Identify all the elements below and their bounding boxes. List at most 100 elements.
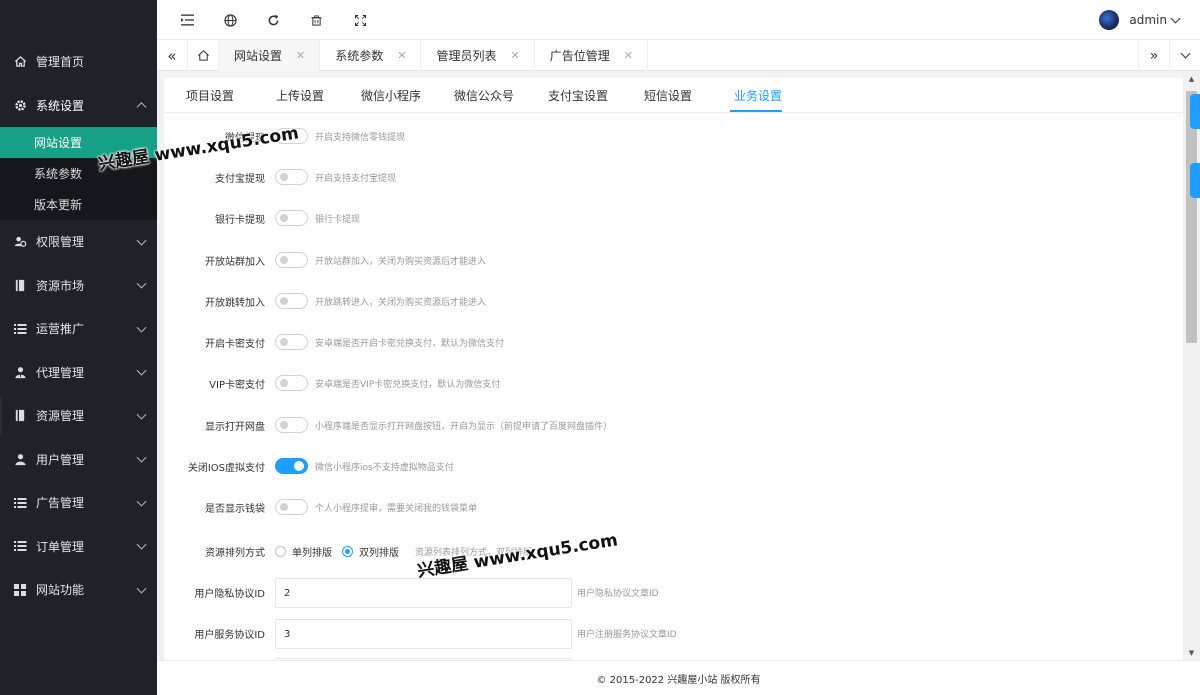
chevron-down-icon — [136, 278, 147, 289]
form-tip: 用户注册服务协议文章ID — [577, 630, 677, 640]
list-icon — [13, 496, 27, 510]
side-indicator — [1190, 94, 1200, 129]
tabs-scroll-right-icon[interactable]: » — [1138, 40, 1169, 71]
sidebar-item-system-settings[interactable]: 系统设置 — [0, 84, 157, 128]
radio-double-column[interactable] — [342, 546, 353, 557]
sidebar-subitem-website-settings[interactable]: 网站设置 — [0, 127, 157, 158]
close-icon[interactable]: ✕ — [397, 49, 406, 62]
form-row-bankcard-withdraw: 银行卡提现 银行卡提现 — [164, 209, 1183, 229]
sidebar-item-ad-management[interactable]: 广告管理 — [0, 481, 157, 525]
form-tip: 安卓端是否VIP卡密兑换支付，默认为微信支付 — [315, 380, 501, 390]
clear-icon[interactable] — [308, 12, 324, 28]
toggle-switch[interactable] — [275, 128, 308, 144]
chevron-down-icon — [1170, 13, 1181, 23]
form-tip: 安卓端是否开启卡密兑换支付，默认为微信支付 — [315, 339, 505, 349]
username: admin — [1129, 13, 1167, 27]
list-icon — [13, 539, 27, 553]
subtab-upload-settings[interactable]: 上传设置 — [276, 87, 324, 104]
page-scrollbar[interactable]: ▲ ▼ — [1183, 71, 1200, 660]
sidebar-item-resource-market[interactable]: 资源市场 — [0, 264, 157, 308]
user-icon — [13, 452, 27, 466]
form-row-service-agreement: 用户服务协议ID 3 用户注册服务协议文章ID — [164, 619, 1183, 649]
gear-icon — [13, 98, 27, 112]
subtab-wechat-miniprogram[interactable]: 微信小程序 — [361, 87, 421, 104]
chevron-down-icon — [136, 539, 147, 550]
toggle-switch[interactable] — [275, 169, 308, 185]
form-label: 微信提现 — [225, 133, 265, 144]
subtab-project-settings[interactable]: 项目设置 — [186, 87, 234, 104]
tab-website-settings[interactable]: 网站设置 ✕ — [219, 40, 321, 71]
radio-label[interactable]: 单列排版 — [292, 544, 332, 559]
form-tip: 用户隐私协议文章ID — [577, 589, 659, 599]
close-icon[interactable]: ✕ — [296, 49, 305, 62]
sidebar-submenu: 网站设置 系统参数 版本更新 — [0, 127, 157, 220]
sidebar-subitem-version-update[interactable]: 版本更新 — [0, 189, 157, 220]
toggle-switch[interactable] — [275, 375, 308, 391]
sidebar-item-label: 代理管理 — [36, 365, 85, 380]
sidebar-item-label: 资源管理 — [36, 409, 85, 424]
tab-admin-list[interactable]: 管理员列表 ✕ — [421, 40, 535, 71]
refresh-icon[interactable] — [265, 12, 281, 28]
sidebar-item-agent-management[interactable]: 代理管理 — [0, 351, 157, 395]
sidebar-item-operations-promotion[interactable]: 运营推广 — [0, 307, 157, 351]
service-agreement-id-input[interactable]: 3 — [275, 619, 572, 649]
tabs-dropdown-icon[interactable] — [1169, 40, 1200, 71]
settings-panel: 项目设置 上传设置 微信小程序 微信公众号 支付宝设置 短信设置 业务设置 微信… — [164, 78, 1183, 660]
subtab-alipay-settings[interactable]: 支付宝设置 — [548, 87, 608, 104]
form-label: 资源排列方式 — [205, 548, 265, 559]
toggle-switch[interactable] — [275, 210, 308, 226]
scroll-down-arrow-icon[interactable]: ▼ — [1183, 645, 1200, 660]
scroll-up-arrow-icon[interactable]: ▲ — [1183, 71, 1200, 86]
home-icon — [13, 55, 27, 69]
tabs-bar: « 网站设置 ✕ 系统参数 ✕ 管理员列表 ✕ 广告位管理 ✕ » — [157, 40, 1200, 71]
privacy-agreement-id-input[interactable]: 2 — [275, 578, 572, 608]
sidebar-item-resource-management[interactable]: 资源管理 — [0, 394, 157, 438]
sidebar-item-order-management[interactable]: 订单管理 — [0, 525, 157, 569]
sidebar-item-permissions[interactable]: 权限管理 — [0, 220, 157, 264]
form-row-close-ios-virtual-pay: 关闭IOS虚拟支付 微信小程序ios不支持虚拟物品支付 — [164, 457, 1183, 477]
grid-icon — [13, 583, 27, 597]
home-tab-icon[interactable] — [188, 40, 219, 71]
form-row-privacy-agreement: 用户隐私协议ID 2 用户隐私协议文章ID — [164, 578, 1183, 608]
toggle-switch[interactable] — [275, 417, 308, 433]
tab-ad-slot-management[interactable]: 广告位管理 ✕ — [535, 40, 648, 71]
tab-label: 网站设置 — [234, 49, 283, 63]
close-icon[interactable]: ✕ — [510, 49, 519, 62]
form-row-card-payment: 开启卡密支付 安卓端是否开启卡密兑换支付，默认为微信支付 — [164, 333, 1183, 353]
sidebar-item-home[interactable]: 管理首页 — [0, 40, 157, 84]
subtab-wechat-official[interactable]: 微信公众号 — [454, 87, 514, 104]
tabs-scroll-left-icon[interactable]: « — [157, 40, 188, 71]
toggle-switch[interactable] — [275, 458, 308, 474]
toggle-switch[interactable] — [275, 252, 308, 268]
form-tip: 开启支持微信零钱提现 — [315, 133, 406, 143]
sidebar-item-user-management[interactable]: 用户管理 — [0, 438, 157, 482]
sidebar-item-label: 系统设置 — [36, 98, 85, 113]
list-icon — [13, 322, 27, 336]
sidebar-item-label: 用户管理 — [36, 452, 85, 467]
form-row-open-jump-join: 开放跳转加入 开放跳转进入，关闭为购买资源后才能进入 — [164, 292, 1183, 312]
form-row-resource-layout: 资源排列方式 单列排版 双列排版 资源列表排列方式，双列排版 — [164, 542, 1183, 562]
chevron-down-icon — [136, 235, 147, 246]
sidebar-item-site-functions[interactable]: 网站功能 — [0, 568, 157, 612]
close-icon[interactable]: ✕ — [624, 49, 633, 62]
fullscreen-icon[interactable] — [352, 12, 368, 28]
sidebar-subitem-system-params[interactable]: 系统参数 — [0, 158, 157, 189]
tab-label: 管理员列表 — [436, 49, 497, 63]
top-header: admin — [157, 0, 1200, 40]
sidebar: 管理首页 系统设置 网站设置 系统参数 版本更新 权限管理 资源市场 运营推广 — [0, 0, 157, 695]
toggle-switch[interactable] — [275, 334, 308, 350]
menu-fold-icon[interactable] — [179, 12, 195, 28]
user-menu[interactable]: admin — [1099, 10, 1181, 30]
subtab-business-settings[interactable]: 业务设置 — [734, 87, 782, 104]
form-tip: 银行卡提现 — [315, 215, 361, 225]
globe-icon[interactable] — [222, 12, 238, 28]
subtab-sms-settings[interactable]: 短信设置 — [644, 87, 692, 104]
toggle-switch[interactable] — [275, 293, 308, 309]
tab-label: 广告位管理 — [549, 49, 610, 63]
radio-single-column[interactable] — [275, 546, 286, 557]
radio-label[interactable]: 双列排版 — [359, 544, 399, 559]
settings-subtabs: 项目设置 上传设置 微信小程序 微信公众号 支付宝设置 短信设置 业务设置 — [164, 78, 1183, 113]
toggle-switch[interactable] — [275, 499, 308, 515]
form-label: 显示打开网盘 — [205, 422, 265, 433]
tab-system-params[interactable]: 系统参数 ✕ — [320, 40, 422, 71]
